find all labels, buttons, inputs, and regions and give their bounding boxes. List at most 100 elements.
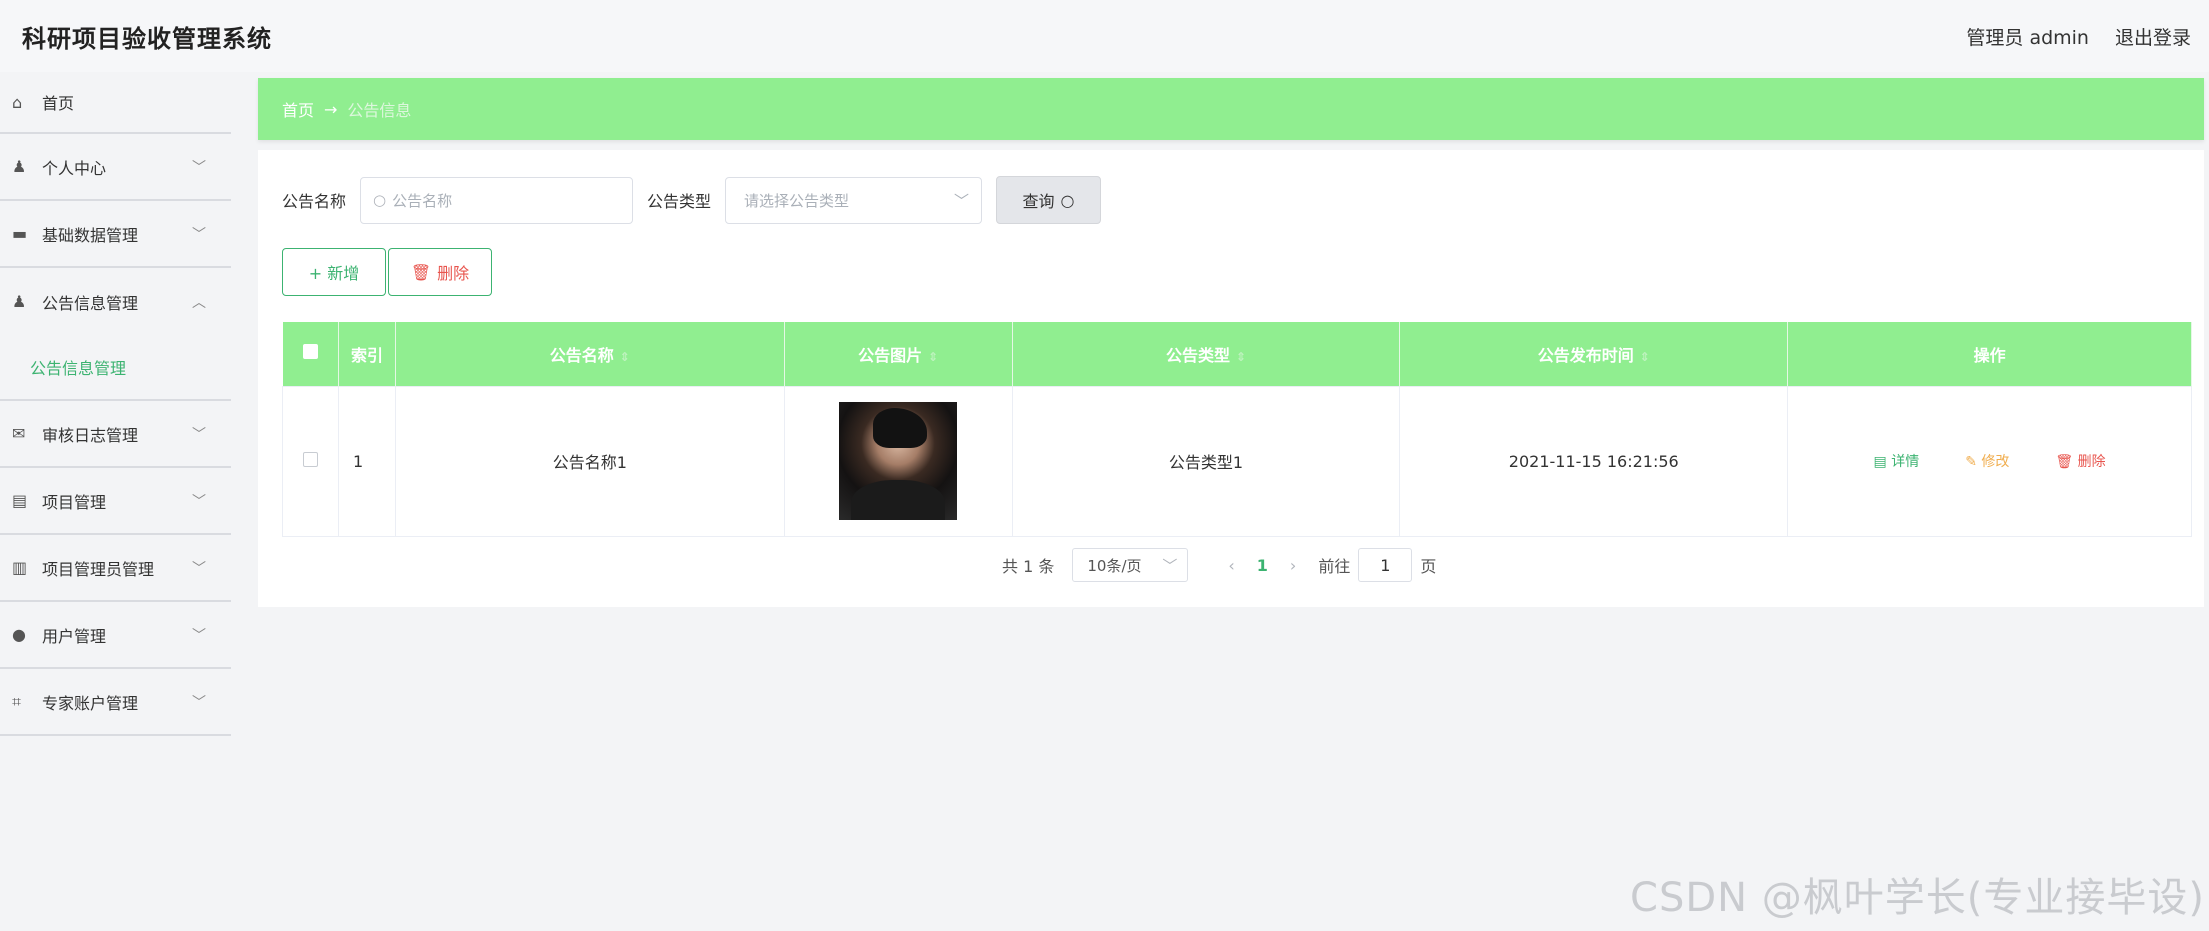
delete-button[interactable]: 🗑 删除 [2055,451,2105,471]
sort-icon: ⇕ [1639,349,1650,364]
breadcrumb: 首页 → 公告信息 [258,78,2204,140]
type-select[interactable]: 请选择公告类型 ﹀ [725,176,983,224]
row-ops-cell: ▤ 详情 ✎ 修改 🗑 删除 [1787,385,2192,537]
sidebar-item-label: 专家账户管理 [42,693,139,713]
user-icon: ♟ [12,157,27,176]
sidebar-item-basic-data[interactable]: ▬ 基础数据管理 ﹀ [0,201,231,268]
sidebar-item-project-admins[interactable]: ▥ 项目管理员管理 ﹀ [0,535,231,602]
content-panel: 公告名称 ○ 公告名称 公告类型 请选择公告类型 ﹀ 查询 ○ + 新增 🗑 删… [258,150,2204,607]
name-search-placeholder: 公告名称 [392,191,453,210]
next-page-icon[interactable]: › [1290,556,1296,575]
col-name[interactable]: 公告名称 ⇕ [395,322,785,386]
pencil-icon: ✎ [1965,454,1982,470]
detail-label: 详情 [1891,454,1920,470]
row-select-cell [282,385,339,537]
sidebar-subitem-notice[interactable]: 公告信息管理 [0,335,231,401]
row-time: 2021-11-15 16:21:56 [1399,385,1789,537]
page-suffix: 页 [1420,557,1437,576]
edit-button[interactable]: ✎ 修改 [1965,451,2009,471]
type-select-placeholder: 请选择公告类型 [744,191,850,210]
sort-icon: ⇕ [1235,349,1247,364]
notice-image[interactable] [839,402,958,520]
edit-label: 修改 [1981,454,2010,470]
sidebar-item-profile[interactable]: ♟ 个人中心 ﹀ [0,134,231,201]
col-ops: 操作 [1787,322,2192,386]
user-area: 管理员 admin 退出登录 [1966,23,2191,50]
current-user: 管理员 admin [1966,26,2089,49]
trash-icon: 🗑 [2055,454,2078,470]
mail-icon: ✉ [12,424,26,443]
sidebar-item-label: 首页 [42,94,75,113]
sidebar-item-label: 审核日志管理 [42,425,139,445]
arrow-right-icon: → [324,99,338,119]
sidebar-item-label: 个人中心 [42,158,107,178]
sidebar-item-audit-log[interactable]: ✉ 审核日志管理 ﹀ [0,401,231,468]
col-type-label: 公告类型 [1165,345,1230,365]
row-index: 1 [337,385,396,537]
col-name-label: 公告名称 [549,345,614,365]
pagination: 共 1 条 10条/页 ﹀ ‹ 1 › 前往 1 页 [1002,548,1436,582]
table-row: 1 公告名称1 公告类型1 2021-11-15 16:21:56 ▤ 详情 ✎… [282,385,2192,537]
page-size-value: 10条/页 [1087,556,1142,575]
home-icon: ⌂ [12,92,23,112]
sidebar-item-users[interactable]: ● 用户管理 ﹀ [0,602,231,669]
sidebar-item-projects[interactable]: ▤ 项目管理 ﹀ [0,468,231,535]
col-time[interactable]: 公告发布时间 ⇕ [1399,322,1789,386]
page-number-current[interactable]: 1 [1257,556,1268,575]
top-header: 科研项目验收管理系统 管理员 admin 退出登录 [0,0,2209,72]
row-actions: ▤ 详情 ✎ 修改 🗑 删除 [1788,451,2191,471]
sidebar-item-label: 项目管理 [42,492,107,512]
batch-delete-button[interactable]: 🗑 删除 [388,248,492,296]
goto-label: 前往 [1318,557,1351,576]
sidebar-item-label: 用户管理 [42,626,107,646]
col-type[interactable]: 公告类型 ⇕ [1012,322,1401,386]
chevron-down-icon: ﹀ [192,560,206,577]
chevron-down-icon: ﹀ [954,191,970,210]
col-index: 索引 [338,322,396,386]
query-button[interactable]: 查询 ○ [996,176,1102,224]
sort-icon: ⇕ [928,349,939,364]
sidebar-item-experts[interactable]: ⌗ 专家账户管理 ﹀ [0,669,231,736]
sidebar-item-notice[interactable]: ♟ 公告信息管理 ︿ [0,268,231,335]
table-header-row: 索引 公告名称 ⇕ 公告图片 ⇕ 公告类型 ⇕ 公告发布时间 ⇕ 操作 [282,322,2192,386]
search-form: 公告名称 ○ 公告名称 公告类型 请选择公告类型 ﹀ 查询 ○ [282,176,1102,224]
chevron-down-icon: ﹀ [192,694,206,711]
sidebar-item-label: 基础数据管理 [42,225,139,245]
sidebar-item-label: 项目管理员管理 [42,559,155,579]
prev-page-icon[interactable]: ‹ [1228,556,1234,575]
row-type: 公告类型1 [1011,385,1401,537]
search-icon: ○ [373,191,387,209]
chevron-up-icon: ︿ [192,294,206,311]
add-button[interactable]: + 新增 [282,248,386,296]
row-name: 公告名称1 [394,385,785,537]
name-filter-label: 公告名称 [282,192,347,211]
col-time-label: 公告发布时间 [1537,345,1634,365]
query-button-label: 查询 [1022,192,1055,211]
col-image[interactable]: 公告图片 ⇕ [784,322,1013,386]
page-size-select[interactable]: 10条/页 ﹀ [1072,548,1189,582]
batch-delete-label: 删除 [437,264,470,283]
search-icon: ○ [1060,190,1075,210]
breadcrumb-current: 公告信息 [347,101,412,120]
logout-link[interactable]: 退出登录 [2115,23,2191,50]
col-image-label: 公告图片 [858,345,923,365]
name-search-input[interactable]: ○ 公告名称 [360,176,634,224]
goto-page-input[interactable]: 1 [1358,548,1413,582]
chevron-down-icon: ﹀ [1162,556,1178,575]
main-content: 首页 → 公告信息 公告名称 ○ 公告名称 公告类型 请选择公告类型 ﹀ 查询 … [258,78,2204,607]
notice-table: 索引 公告名称 ⇕ 公告图片 ⇕ 公告类型 ⇕ 公告发布时间 ⇕ 操作 1 公告名称1 … [282,322,2192,537]
app-title: 科研项目验收管理系统 [22,24,272,53]
chevron-down-icon: ﹀ [192,226,206,243]
sidebar-item-home[interactable]: ⌂ 首页 [0,72,231,134]
trash-icon: 🗑 [410,262,432,282]
monitor-icon: ▬ [12,224,28,243]
breadcrumb-home[interactable]: 首页 [282,97,314,121]
detail-button[interactable]: ▤ 详情 [1874,451,1920,471]
row-checkbox[interactable] [302,451,318,467]
watermark: CSDN @枫叶学长(专业接毕设) [1630,875,2205,921]
select-all-checkbox[interactable] [302,344,318,360]
doc-icon: ▤ [1873,454,1892,470]
chevron-down-icon: ﹀ [192,493,206,510]
crop-icon: ⌗ [12,691,22,711]
sidebar: ⌂ 首页 ♟ 个人中心 ﹀ ▬ 基础数据管理 ﹀ ♟ 公告信息管理 ︿ 公告信息… [0,72,231,931]
